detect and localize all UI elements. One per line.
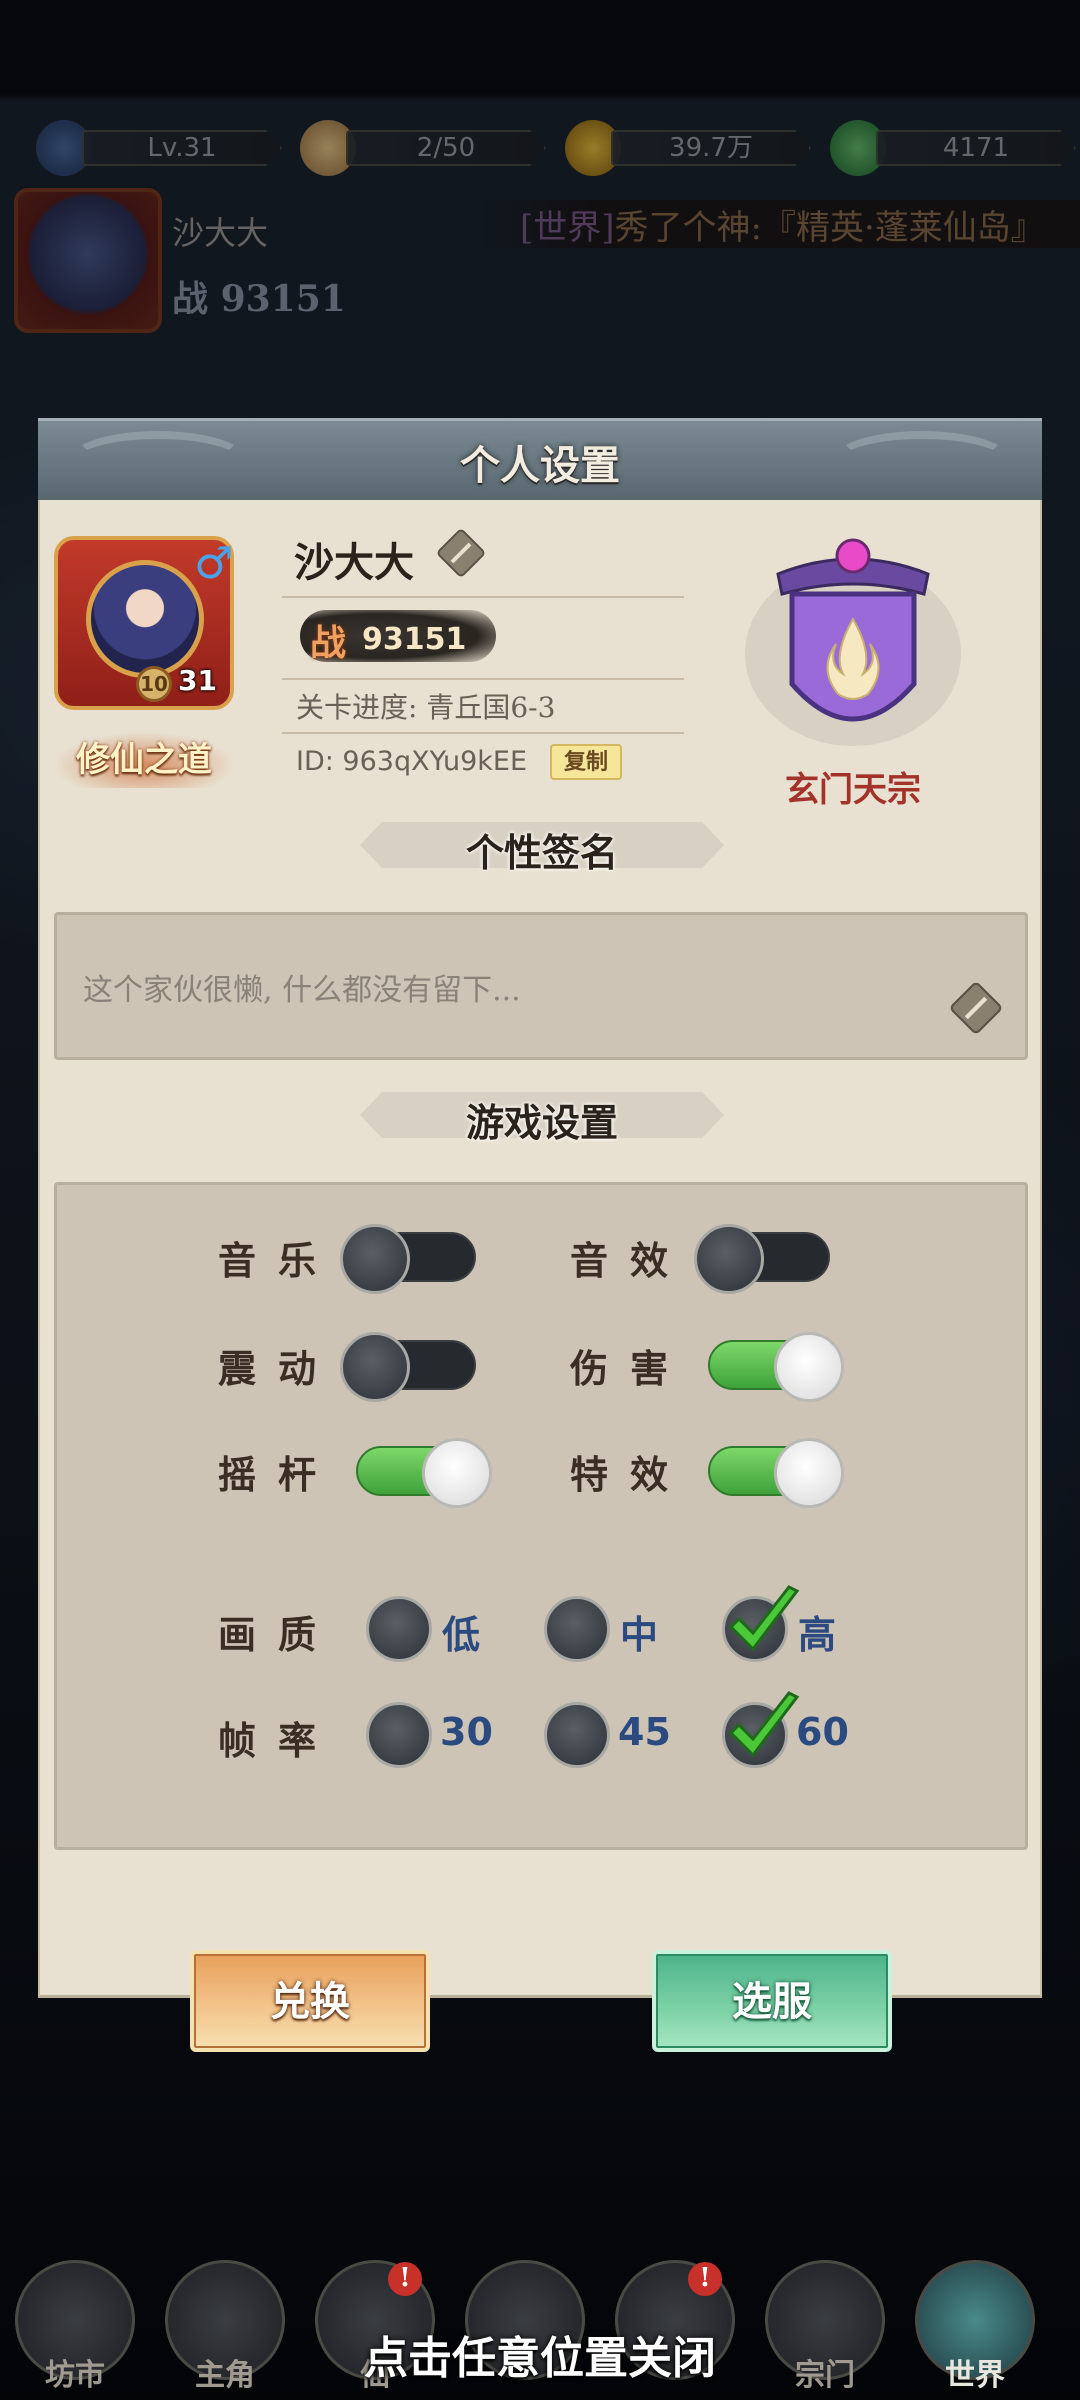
quality-mid-radio[interactable] bbox=[544, 1596, 610, 1662]
notification-badge: ! bbox=[388, 2262, 422, 2296]
modal-body: ♂ 10 31 修仙之道 沙大大 战 93151 关卡进度: 青丘国6-3 ID… bbox=[38, 500, 1042, 2052]
exchange-button[interactable]: 兑换 bbox=[190, 1950, 430, 2052]
divider bbox=[282, 678, 684, 680]
music-toggle[interactable] bbox=[340, 1224, 476, 1294]
vibration-label: 震动 bbox=[218, 1346, 339, 1391]
effects-label: 特效 bbox=[570, 1452, 691, 1497]
vibration-toggle[interactable] bbox=[340, 1332, 476, 1402]
quality-mid-label: 中 bbox=[620, 1612, 659, 1657]
sfx-toggle[interactable] bbox=[694, 1224, 830, 1294]
effects-toggle[interactable] bbox=[708, 1438, 844, 1508]
sect-name: 玄门天宗 bbox=[785, 770, 921, 810]
checkmark-icon bbox=[728, 1691, 800, 1758]
personal-settings-modal: 个人设置 ♂ 10 31 修仙之道 沙大大 战 93151 关卡进度: 青丘国6… bbox=[38, 418, 1042, 2052]
avatar-level-badge: 10 bbox=[136, 666, 172, 702]
male-gender-icon: ♂ bbox=[194, 538, 234, 589]
damage-toggle[interactable] bbox=[708, 1332, 844, 1402]
signature-text: 这个家伙很懒, 什么都没有留下... bbox=[83, 973, 521, 1008]
edit-signature-button[interactable] bbox=[949, 981, 1003, 1035]
pencil-icon bbox=[437, 529, 485, 577]
divider bbox=[282, 596, 684, 598]
toggle-knob bbox=[340, 1332, 410, 1402]
joystick-label: 摇杆 bbox=[218, 1452, 339, 1497]
stage-progress: 关卡进度: 青丘国6-3 bbox=[296, 691, 556, 724]
game-settings-header: 游戏设置 bbox=[340, 1088, 744, 1145]
sect-shield-icon bbox=[745, 538, 961, 746]
sect-emblem[interactable] bbox=[738, 524, 968, 774]
music-label: 音乐 bbox=[218, 1238, 339, 1283]
profile-power: 战 93151 bbox=[300, 610, 496, 664]
signature-heading: 个性签名 bbox=[465, 830, 618, 875]
framerate-60-label: 60 bbox=[796, 1710, 849, 1754]
toggle-knob bbox=[422, 1438, 492, 1508]
framerate-30-radio[interactable] bbox=[366, 1702, 432, 1768]
quality-high-label: 高 bbox=[798, 1612, 837, 1657]
signature-box[interactable]: 这个家伙很懒, 什么都没有留下... bbox=[54, 912, 1028, 1060]
toggle-knob bbox=[774, 1438, 844, 1508]
toggle-knob bbox=[694, 1224, 764, 1294]
toggle-knob bbox=[340, 1224, 410, 1294]
game-settings-panel bbox=[54, 1182, 1028, 1850]
signature-header: 个性签名 bbox=[340, 818, 744, 875]
joystick-toggle[interactable] bbox=[356, 1438, 492, 1508]
framerate-60-radio[interactable] bbox=[722, 1691, 800, 1768]
power-value: 93151 bbox=[362, 622, 467, 657]
framerate-label: 帧率 bbox=[218, 1718, 339, 1763]
divider bbox=[282, 732, 684, 734]
select-server-button[interactable]: 选服 bbox=[652, 1950, 892, 2052]
notification-badge: ! bbox=[688, 2262, 722, 2296]
avatar-portrait bbox=[86, 560, 204, 678]
profile-name: 沙大大 bbox=[294, 539, 414, 586]
framerate-30-label: 30 bbox=[440, 1710, 493, 1754]
quality-low-radio[interactable] bbox=[366, 1596, 432, 1662]
modal-header: 个人设置 bbox=[38, 418, 1042, 500]
tap-to-close-hint: 点击任意位置关闭 bbox=[364, 2333, 716, 2384]
player-id: ID: 963qXYu9kEE bbox=[296, 746, 528, 777]
edit-name-button[interactable] bbox=[436, 528, 486, 578]
pencil-icon bbox=[950, 982, 1002, 1034]
quality-low-label: 低 bbox=[442, 1612, 481, 1657]
quality-label: 画质 bbox=[218, 1612, 339, 1657]
profile-avatar[interactable]: ♂ 10 31 bbox=[54, 536, 234, 710]
damage-label: 伤害 bbox=[570, 1346, 691, 1391]
checkmark-icon bbox=[728, 1585, 800, 1652]
sfx-label: 音效 bbox=[570, 1238, 691, 1283]
toggle-knob bbox=[774, 1332, 844, 1402]
modal-title: 个人设置 bbox=[460, 442, 620, 489]
power-prefix: 战 bbox=[310, 622, 347, 664]
player-level: 31 bbox=[178, 664, 217, 697]
framerate-45-radio[interactable] bbox=[544, 1702, 610, 1768]
game-settings-heading: 游戏设置 bbox=[465, 1100, 618, 1145]
quality-high-radio[interactable] bbox=[722, 1585, 800, 1662]
framerate-45-label: 45 bbox=[618, 1710, 671, 1754]
copy-id-button[interactable]: 复制 bbox=[550, 744, 622, 780]
cultivation-path-button[interactable]: 修仙之道 bbox=[54, 732, 234, 788]
